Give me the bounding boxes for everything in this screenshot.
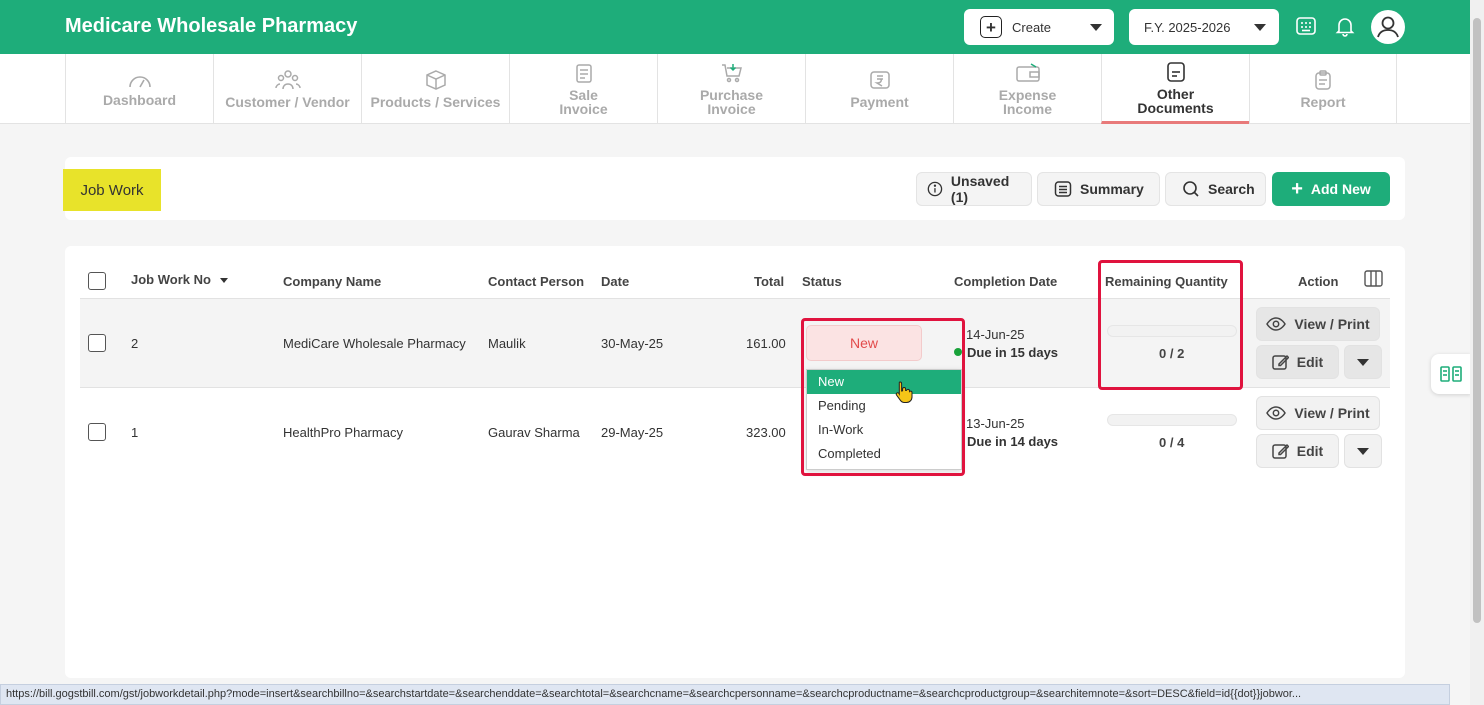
- fy-label: F.Y. 2025-2026: [1144, 19, 1231, 35]
- view-print-button[interactable]: View / Print: [1256, 307, 1380, 341]
- col-header-action: Action: [1298, 274, 1339, 289]
- cart-icon: [721, 64, 742, 83]
- page-title: Job Work: [63, 169, 161, 211]
- remaining-progress-bar: [1107, 414, 1237, 426]
- columns-icon[interactable]: [1364, 270, 1383, 292]
- unsaved-button[interactable]: Unsaved (1): [916, 172, 1032, 206]
- brand-title[interactable]: Medicare Wholesale Pharmacy: [65, 15, 357, 38]
- plus-icon: +: [1291, 178, 1303, 200]
- page-scrollbar[interactable]: [1470, 0, 1484, 705]
- remaining-highlight-box: [1098, 260, 1243, 390]
- plus-icon: +: [980, 16, 1002, 38]
- job-no-cell: 2: [131, 336, 139, 351]
- book-icon: [1440, 366, 1462, 382]
- job-no-cell: 1: [131, 425, 139, 440]
- date-cell: 29-May-25: [601, 425, 664, 440]
- link-status-bar: https://bill.gogstbill.com/gst/jobworkde…: [0, 684, 1450, 705]
- document-icon: [1166, 61, 1185, 82]
- calculator-icon[interactable]: [1294, 14, 1320, 40]
- edit-button[interactable]: Edit: [1256, 345, 1339, 379]
- edit-icon: [1272, 443, 1289, 459]
- info-icon: [927, 181, 943, 197]
- col-header-date: Date: [601, 274, 630, 289]
- chevron-down-icon: [1357, 447, 1369, 455]
- tab-dashboard[interactable]: Dashboard: [65, 54, 213, 124]
- clipboard-icon: [1315, 70, 1331, 90]
- search-icon: [1183, 181, 1199, 197]
- col-header-completion: Completion Date: [954, 274, 1058, 289]
- scrollbar-thumb[interactable]: [1473, 18, 1481, 623]
- create-label: Create: [1012, 19, 1052, 35]
- eye-icon: [1266, 317, 1287, 331]
- invoice-icon: [575, 64, 592, 83]
- side-widget-button[interactable]: [1431, 354, 1471, 394]
- create-button[interactable]: + Create: [964, 9, 1114, 45]
- company-cell: MediCare Wholesale Pharmacy: [283, 336, 466, 351]
- add-new-button[interactable]: + Add New: [1272, 172, 1390, 206]
- col-header-company: Company Name: [283, 274, 382, 289]
- view-print-button[interactable]: View / Print: [1256, 396, 1380, 430]
- col-header-status: Status: [802, 274, 842, 289]
- tab-purchase-invoice[interactable]: Purchase Invoice: [657, 54, 805, 124]
- more-actions-button[interactable]: [1344, 345, 1382, 379]
- company-cell: HealthPro Pharmacy: [283, 425, 403, 440]
- col-header-contact: Contact Person: [488, 274, 585, 289]
- more-actions-button[interactable]: [1344, 434, 1382, 468]
- chevron-down-icon: [1254, 23, 1266, 31]
- tab-customer-vendor[interactable]: Customer / Vendor: [213, 54, 361, 124]
- select-all-checkbox[interactable]: [88, 272, 106, 290]
- list-icon: [1054, 181, 1072, 197]
- tab-products-services[interactable]: Products / Services: [361, 54, 509, 124]
- chevron-down-icon: [1090, 23, 1102, 31]
- search-button[interactable]: Search: [1165, 172, 1266, 206]
- row-checkbox[interactable]: [88, 423, 106, 441]
- due-text: Due in 15 days: [967, 345, 1059, 360]
- remaining-qty: 0 / 4: [1159, 435, 1185, 450]
- completion-date-cell: 14-Jun-25: [966, 327, 1025, 342]
- gauge-icon: [128, 76, 151, 88]
- users-icon: [274, 70, 301, 90]
- tab-payment[interactable]: Payment: [805, 54, 953, 124]
- bell-icon[interactable]: [1333, 14, 1359, 40]
- date-cell: 30-May-25: [601, 336, 664, 351]
- contact-cell: Gaurav Sharma: [488, 425, 580, 440]
- financial-year-select[interactable]: F.Y. 2025-2026: [1129, 9, 1279, 45]
- summary-button[interactable]: Summary: [1037, 172, 1160, 206]
- tab-other-documents[interactable]: Other Documents: [1101, 54, 1249, 124]
- sort-desc-icon: [219, 278, 228, 284]
- total-cell: 323.00: [746, 425, 786, 440]
- edit-button[interactable]: Edit: [1256, 434, 1339, 468]
- box-icon: [425, 70, 446, 90]
- avatar[interactable]: [1371, 10, 1405, 44]
- rupee-icon: [869, 71, 890, 89]
- status-highlight-box: [801, 318, 965, 476]
- wallet-icon: [1015, 63, 1040, 82]
- row-checkbox[interactable]: [88, 334, 106, 352]
- tab-expense-income[interactable]: Expense Income: [953, 54, 1101, 124]
- col-header-job-no[interactable]: Job Work No: [131, 272, 228, 287]
- edit-icon: [1272, 354, 1289, 370]
- chevron-down-icon: [1357, 358, 1369, 366]
- tab-sale-invoice[interactable]: Sale Invoice: [509, 54, 657, 124]
- eye-icon: [1266, 406, 1287, 420]
- due-text: Due in 14 days: [967, 434, 1059, 449]
- tab-report[interactable]: Report: [1249, 54, 1397, 124]
- total-cell: 161.00: [746, 336, 786, 351]
- completion-date-cell: 13-Jun-25: [966, 416, 1025, 431]
- col-header-total: Total: [754, 274, 785, 289]
- contact-cell: Maulik: [488, 336, 526, 351]
